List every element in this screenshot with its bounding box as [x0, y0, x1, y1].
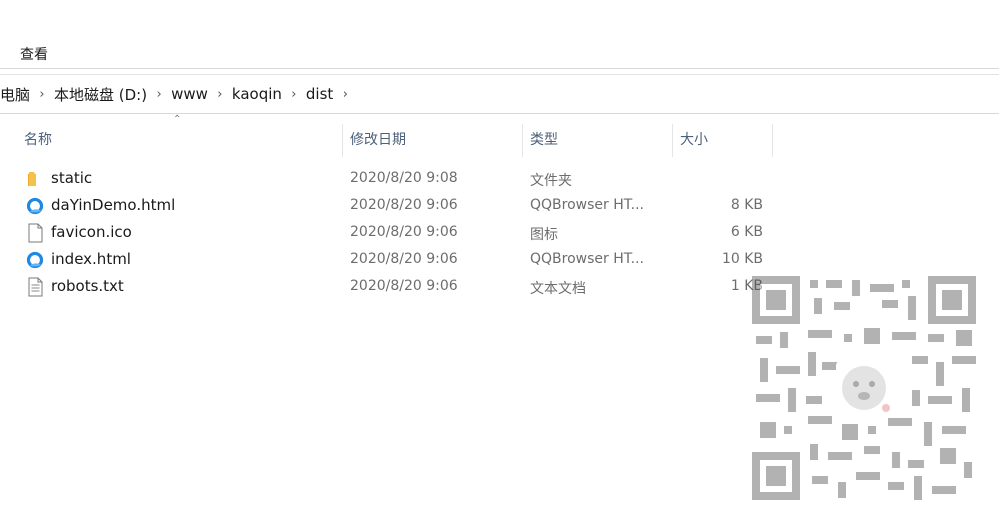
file-type: QQBrowser HT... — [530, 251, 644, 267]
address-bar[interactable]: 电脑 › 本地磁盘 (D:) › www › kaoqin › dist › — [0, 75, 999, 113]
qqbrowser-icon — [26, 251, 44, 269]
file-size: 8 KB — [730, 197, 763, 213]
file-modified: 2020/8/20 9:06 — [350, 278, 458, 294]
file-modified: 2020/8/20 9:08 — [350, 170, 458, 186]
qr-code-watermark-icon — [752, 276, 976, 500]
breadcrumb-kaoqin[interactable]: kaoqin — [232, 85, 282, 103]
breadcrumb-www[interactable]: www — [171, 85, 208, 103]
text-file-icon — [28, 277, 43, 297]
column-header-modified-label: 修改日期 — [350, 132, 406, 148]
ribbon-tab-view[interactable]: 查看 — [20, 44, 48, 64]
chevron-right-icon[interactable]: › — [282, 87, 306, 102]
column-header-row: 名称 ⌃ 修改日期 类型 大小 — [0, 115, 999, 157]
file-modified: 2020/8/20 9:06 — [350, 224, 458, 240]
file-type: 文本文档 — [530, 281, 586, 297]
column-header-size-label: 大小 — [680, 132, 708, 148]
file-modified: 2020/8/20 9:06 — [350, 197, 458, 213]
breadcrumb-computer[interactable]: 电脑 — [0, 84, 30, 105]
file-name: static — [51, 169, 93, 187]
generic-file-icon — [28, 223, 43, 243]
file-type: 文件夹 — [530, 173, 572, 189]
file-size: 6 KB — [730, 224, 763, 240]
address-divider — [0, 113, 999, 114]
file-type: QQBrowser HT... — [530, 197, 644, 213]
file-modified: 2020/8/20 9:06 — [350, 251, 458, 267]
file-size: 10 KB — [721, 251, 763, 267]
file-row[interactable]: index.html 2020/8/20 9:06 QQBrowser HT..… — [0, 246, 999, 273]
column-header-name-label: 名称 — [24, 132, 52, 148]
file-type: 图标 — [530, 227, 558, 243]
chevron-right-icon[interactable]: › — [208, 87, 232, 102]
file-name: robots.txt — [51, 277, 124, 295]
column-header-size[interactable]: 大小 — [673, 124, 773, 157]
breadcrumb-dist[interactable]: dist — [306, 85, 333, 103]
file-name: favicon.ico — [51, 223, 132, 241]
file-row[interactable]: daYinDemo.html 2020/8/20 9:06 QQBrowser … — [0, 192, 999, 219]
chevron-right-icon[interactable]: › — [147, 87, 171, 102]
chevron-right-icon[interactable]: › — [333, 87, 357, 102]
column-header-type-label: 类型 — [530, 132, 558, 148]
column-header-name[interactable]: 名称 ⌃ — [0, 115, 343, 157]
file-row[interactable]: favicon.ico 2020/8/20 9:06 图标 6 KB — [0, 219, 999, 246]
ribbon-divider — [0, 68, 999, 69]
sort-up-icon: ⌃ — [173, 114, 182, 125]
breadcrumb-drive-d[interactable]: 本地磁盘 (D:) — [54, 84, 147, 105]
file-name: daYinDemo.html — [51, 196, 176, 214]
folder-icon — [28, 172, 36, 186]
file-name: index.html — [51, 250, 131, 268]
chevron-right-icon[interactable]: › — [30, 87, 54, 102]
ribbon: 查看 — [0, 0, 999, 68]
column-header-modified[interactable]: 修改日期 — [343, 124, 523, 157]
qqbrowser-icon — [26, 197, 44, 215]
file-row[interactable]: static 2020/8/20 9:08 文件夹 — [0, 165, 999, 192]
column-header-type[interactable]: 类型 — [523, 124, 673, 157]
